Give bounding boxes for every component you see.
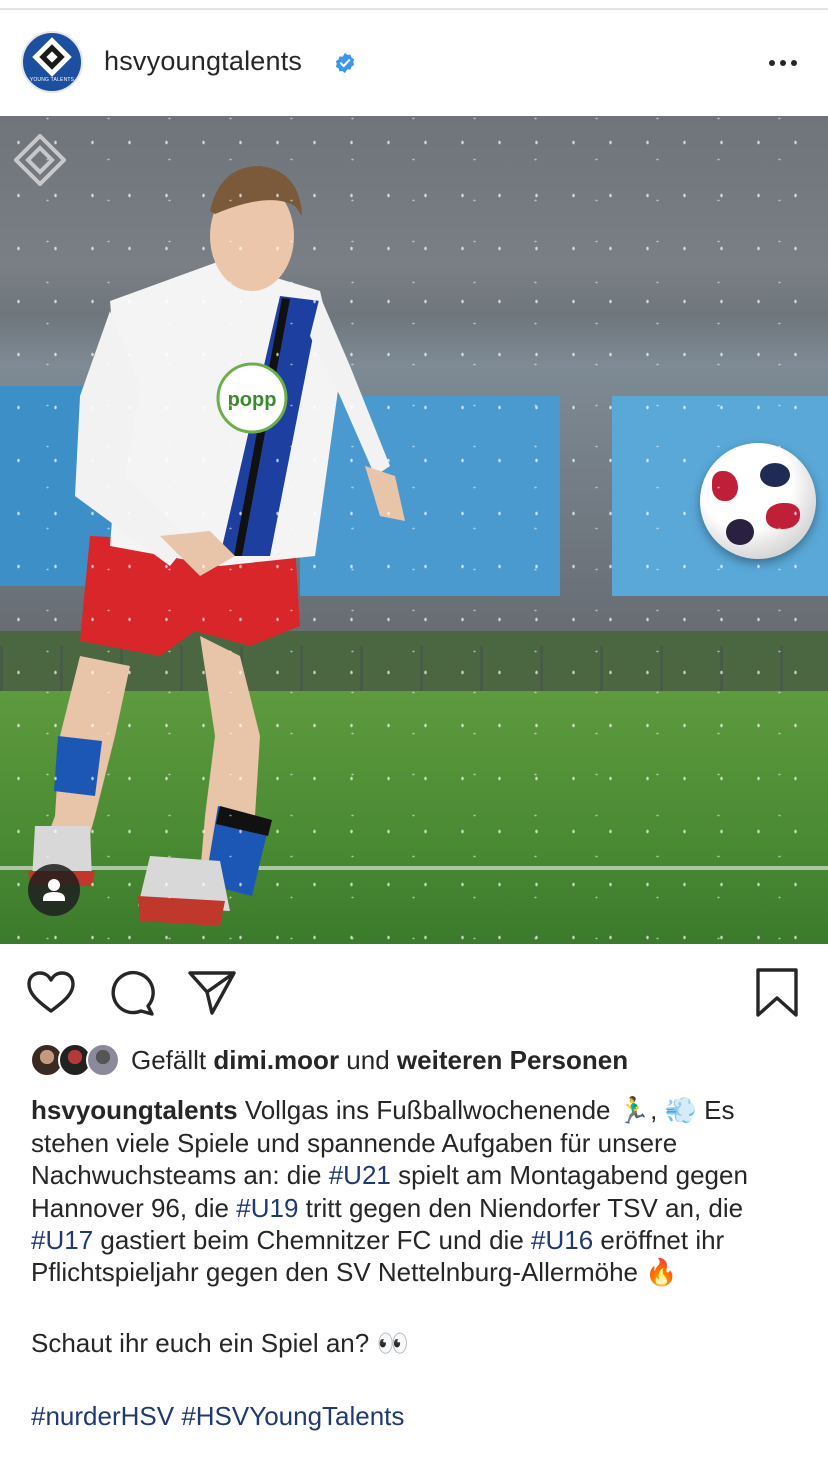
hashtag-u19[interactable]: #U19 [236, 1193, 298, 1223]
dash-emoji: 💨 [664, 1096, 697, 1126]
bookmark-icon[interactable] [752, 968, 802, 1018]
likes-prefix: Gefällt [131, 1045, 207, 1075]
post-header: YOUNG TALENTS hsvyoungtalents [0, 10, 828, 116]
caption-text: gastiert beim Chemnitzer FC und die [93, 1224, 532, 1255]
caption-author[interactable]: hsvyoungtalents [31, 1095, 238, 1125]
avatar-caption: YOUNG TALENTS [29, 77, 75, 83]
post-username[interactable]: hsvyoungtalents [104, 46, 302, 77]
verified-badge-icon [335, 52, 355, 74]
heart-icon[interactable] [26, 968, 76, 1018]
profile-avatar[interactable]: YOUNG TALENTS [21, 31, 83, 93]
hashtag-u17[interactable]: #U17 [31, 1225, 93, 1255]
caption-text: , [650, 1095, 665, 1125]
caption-text: Vollgas ins Fußballwochenende [237, 1095, 618, 1125]
caption-question: Schaut ihr euch ein Spiel an? 👀 [31, 1327, 806, 1360]
others-link[interactable]: weiteren Personen [397, 1045, 628, 1075]
likes-row[interactable]: Gefällt dimi.moor und weiteren Personen [30, 1040, 810, 1080]
more-options-icon[interactable] [766, 50, 800, 74]
post-actions [0, 944, 828, 1040]
hashtag-u21[interactable]: #U21 [329, 1160, 391, 1190]
avatar [86, 1043, 120, 1077]
caption-text: Schaut ihr euch ein Spiel an? [31, 1328, 377, 1359]
liker-username[interactable]: dimi.moor [213, 1045, 339, 1075]
user-tag-icon[interactable] [28, 864, 80, 916]
hashtag-u16[interactable]: #U16 [531, 1225, 593, 1255]
likes-text: Gefällt dimi.moor und weiteren Personen [131, 1045, 628, 1076]
hashtag-hsvyoungtalents[interactable]: #HSVYoungTalents [181, 1401, 404, 1431]
running-emoji: 🏃‍♂️ [617, 1096, 651, 1126]
comment-icon[interactable] [107, 968, 157, 1018]
hashtag-nurderhsv[interactable]: #nurderHSV [31, 1401, 174, 1431]
eyes-emoji: 👀 [376, 1329, 409, 1360]
rain-overlay [0, 116, 828, 944]
likes-middle: und [346, 1045, 390, 1075]
caption-paragraph: hsvyoungtalents Vollgas ins Fußballwoche… [31, 1094, 806, 1289]
liker-avatars [30, 1043, 120, 1077]
post-photo[interactable]: popp [0, 116, 828, 944]
hsv-diamond-watermark-icon [14, 134, 66, 186]
fire-emoji: 🔥 [645, 1258, 678, 1289]
caption-hashtags: #nurderHSV #HSVYoungTalents [31, 1400, 806, 1432]
share-icon[interactable] [187, 968, 237, 1018]
post-caption: hsvyoungtalents Vollgas ins Fußballwoche… [31, 1094, 806, 1433]
caption-text: tritt gegen den Niendorfer TSV an, die [298, 1192, 744, 1223]
